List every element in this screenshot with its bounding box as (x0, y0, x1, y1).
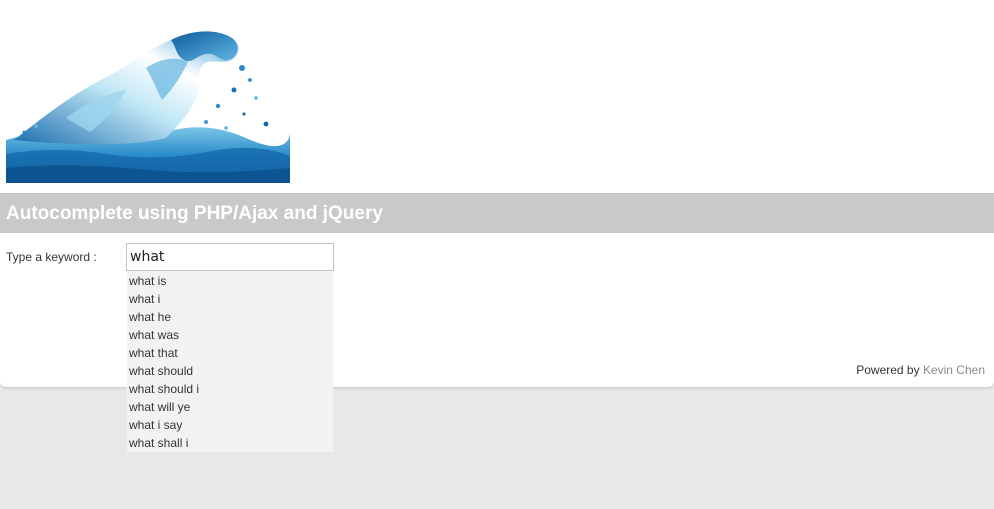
keyword-label: Type a keyword : (6, 250, 97, 264)
keyword-input[interactable] (126, 243, 334, 271)
powered-by: Powered by Kevin Chen (856, 363, 985, 377)
author-link[interactable]: Kevin Chen (923, 363, 985, 377)
suggestion-item[interactable]: what shall i (127, 434, 333, 452)
suggestion-list: what is what i what he what was what tha… (127, 271, 333, 452)
suggestion-item[interactable]: what that (127, 344, 333, 362)
title-bar: Autocomplete using PHP/Ajax and jQuery (0, 193, 994, 233)
water-splash-icon (6, 28, 290, 183)
suggestion-item[interactable]: what he (127, 308, 333, 326)
water-splash-logo (6, 28, 290, 183)
suggestion-item[interactable]: what was (127, 326, 333, 344)
suggestion-item[interactable]: what is (127, 272, 333, 290)
suggestion-item[interactable]: what i (127, 290, 333, 308)
suggestion-item[interactable]: what should (127, 362, 333, 380)
suggestion-item[interactable]: what i say (127, 416, 333, 434)
suggestion-item[interactable]: what should i (127, 380, 333, 398)
page-title: Autocomplete using PHP/Ajax and jQuery (6, 203, 383, 224)
powered-by-prefix: Powered by (856, 363, 920, 377)
suggestion-item[interactable]: what will ye (127, 398, 333, 416)
